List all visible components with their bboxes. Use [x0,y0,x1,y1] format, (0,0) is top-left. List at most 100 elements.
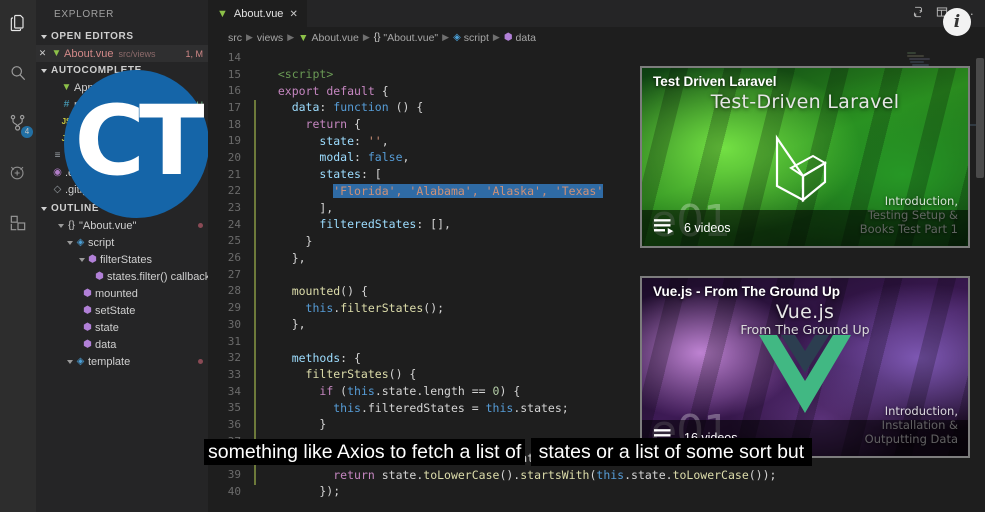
breadcrumb: src ▶ views ▶ ▼ About.vue ▶ {} "About.vu… [208,27,985,48]
outline-item-data[interactable]: ⬢ data [36,336,208,353]
breadcrumb-item-views[interactable]: views [257,32,283,44]
chevron-down-icon [79,257,85,262]
symbol-method-icon: ⬢ [503,32,513,43]
code-text[interactable]: } [264,234,313,248]
chevron-down-icon [41,206,47,211]
code-token: ], [264,200,334,215]
minimap-line [910,61,924,63]
chevron-down-icon [67,359,73,364]
outline-item-template[interactable]: ◈ template [36,353,208,370]
editor-area: ▼ About.vue ✕ ··· [208,0,985,512]
close-icon[interactable]: ✕ [289,9,297,20]
section-open-editors[interactable]: OPEN EDITORS [36,28,208,45]
code-token: state. [374,467,424,482]
outline-label: filterStates [100,253,152,266]
outline-item-script[interactable]: ◈ script [36,234,208,251]
breadcrumb-label: "About.vue" [383,31,439,44]
line-number: 27 [227,267,241,281]
symbol-method-icon: ⬢ [83,288,92,299]
split-editor-icon[interactable] [911,5,925,22]
close-icon[interactable]: ✕ [36,48,49,59]
outline-label: setState [95,304,136,317]
code-token: data [291,100,320,115]
code-text[interactable]: states: [ [264,167,381,181]
code-token: '' [367,133,382,148]
outline-item-state[interactable]: ⬢ state [36,319,208,336]
minimap-line [906,55,924,57]
code-text[interactable]: ], [264,201,333,215]
breadcrumb-item-data[interactable]: ⬢ data [504,32,536,44]
breadcrumb-label: data [515,31,536,44]
card-center-text: Vue.js From The Ground Up [642,301,968,337]
code-token: this [485,400,514,415]
tab-about-vue[interactable]: ▼ About.vue ✕ [208,0,307,27]
git-file-icon: ◇ [53,184,62,195]
line-number: 25 [227,234,241,248]
breadcrumb-item-script[interactable]: ◈ script [453,32,489,44]
source-control-icon[interactable]: 4 [0,106,36,140]
outline-item-setstate[interactable]: ⬢ setState [36,302,208,319]
breadcrumb-item-src[interactable]: src [228,32,242,44]
code-text[interactable]: modal: false, [264,150,409,164]
line-number: 33 [227,367,241,381]
code-text[interactable]: filteredStates: [], [264,217,451,231]
breadcrumb-item-about-vue[interactable]: ▼ About.vue [298,32,359,44]
search-icon[interactable] [0,56,36,90]
code-text[interactable]: } [264,417,326,431]
line-number: 28 [227,284,241,298]
open-editor-row-about-vue[interactable]: ✕ ▼ About.vue src/views 1, M [36,45,208,62]
extensions-icon[interactable] [0,206,36,240]
code-token: () { [388,100,424,115]
code-text[interactable]: this.filteredStates = this.states; [264,400,568,415]
editor-scrollbar[interactable] [975,48,985,512]
chevron-down-icon [41,34,47,39]
minimap-line [906,52,917,54]
code-text[interactable]: mounted() { [264,284,368,298]
code-text[interactable]: 'Florida', 'Alabama', 'Alaska', 'Texas' [264,183,604,198]
code-token: : [354,133,368,148]
code-text[interactable]: export default { [264,84,389,98]
explorer-icon[interactable] [0,6,36,40]
outline-item-about-vue[interactable]: {} "About.vue" [36,217,208,234]
code-text[interactable]: }, [264,251,306,265]
info-badge-icon[interactable]: i [943,8,971,36]
code-line[interactable]: 14 [208,49,985,66]
code-token: filterStates [340,300,424,315]
outline-item-filterstates[interactable]: ⬢ filterStates [36,251,208,268]
error-dot-icon [198,359,203,364]
outline-item-mounted[interactable]: ⬢ mounted [36,285,208,302]
code-token: (); [423,300,445,315]
chevron-down-icon [41,68,47,73]
chevron-right-icon: ▶ [246,32,253,42]
code-text[interactable]: }, [264,317,306,331]
section-label: OUTLINE [51,203,100,214]
code-text[interactable]: filterStates() { [264,367,417,382]
code-text[interactable]: <script> [264,67,333,81]
code-text[interactable]: }); [264,484,340,498]
breadcrumb-item-about-vue-symbol[interactable]: {} "About.vue" [374,32,438,44]
code-text[interactable]: methods: { [264,351,361,365]
line-number: 31 [227,334,241,348]
code-text[interactable]: if (this.state.length == 0) { [264,384,520,398]
line-number: 22 [227,184,241,198]
course-card-laravel[interactable]: Test Driven Laravel Test-Driven Laravel … [640,66,970,248]
code-token: filterStates [305,367,389,382]
card-center-title: Test-Driven Laravel [710,91,900,113]
course-card-vue[interactable]: Vue.js - From The Ground Up Vue.js From … [640,276,970,458]
outline-item-states-filter-callback[interactable]: ⬢ states.filter() callback [36,268,208,285]
code-token: () { [388,367,417,382]
run-debug-icon[interactable] [0,156,36,190]
code-text[interactable]: this.filterStates(); [264,300,445,315]
code-text[interactable]: data: function () { [264,100,424,115]
code-text[interactable]: return { [264,117,361,131]
code-token: }, [264,250,306,265]
line-number: 30 [227,317,241,331]
code-text[interactable]: state: '', [264,133,388,148]
config-file-icon: ≡ [54,150,61,161]
